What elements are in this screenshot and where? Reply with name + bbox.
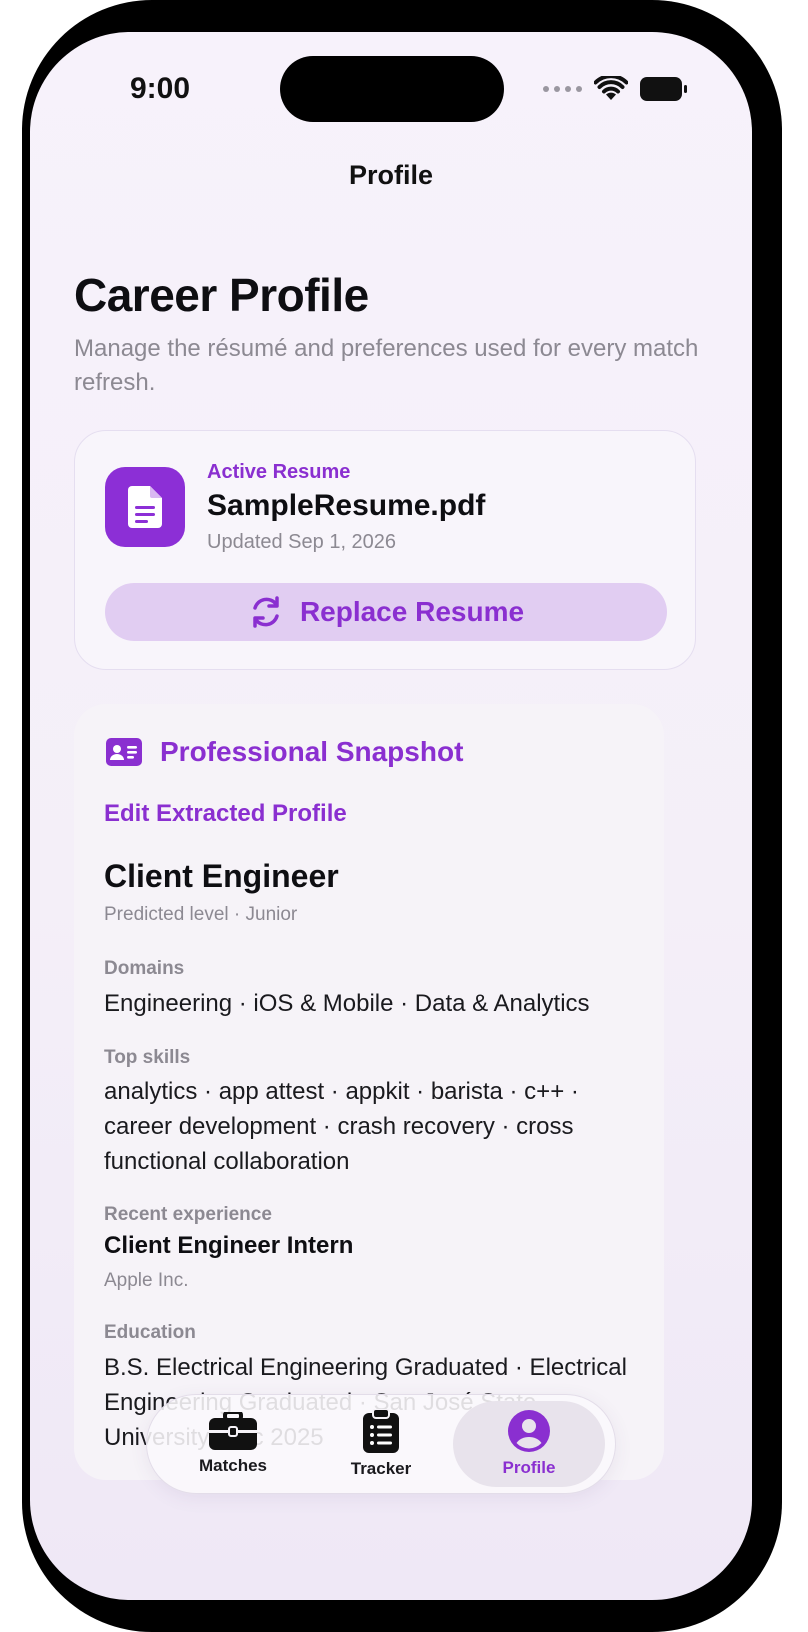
recent-experience-label: Recent experience [104,1204,272,1225]
professional-snapshot-card: Professional Snapshot Edit Extracted Pro… [74,704,664,1480]
replace-resume-button[interactable]: Replace Resume [105,583,667,641]
refresh-icon [253,596,279,628]
device-frame: 9:00 Profile Career Profile Manage the r… [22,0,782,1632]
clipboard-icon [363,1409,399,1453]
edit-extracted-profile-button[interactable]: Edit Extracted Profile [104,800,347,828]
tab-bar: Matches Tracker Profile [146,1394,616,1494]
briefcase-icon [209,1412,257,1450]
tab-tracker[interactable]: Tracker [305,1401,457,1487]
person-circle-icon [508,1410,550,1452]
page-title: Career Profile [74,269,369,321]
signal-dots-icon [543,86,582,92]
resume-kicker: Active Resume [207,461,351,483]
dynamic-island [280,56,504,122]
tab-matches[interactable]: Matches [157,1401,309,1487]
status-icons [543,76,688,102]
education-label: Education [104,1322,196,1343]
resume-file-name: SampleResume.pdf [207,489,486,522]
nav-title: Profile [348,160,434,190]
domains-label: Domains [104,958,185,979]
id-card-icon [106,738,142,766]
experience-company: Apple Inc. [104,1270,189,1291]
top-skills-label: Top skills [104,1047,191,1068]
top-skills-value: analytics · app attest · appkit · barist… [104,1078,579,1175]
domains-value: Engineering · iOS & Mobile · Data & Anal… [104,990,590,1017]
document-icon [105,467,185,547]
resume-updated-date: Updated Sep 1, 2026 [207,531,397,553]
tab-tracker-label: Tracker [350,1459,412,1478]
tab-profile[interactable]: Profile [453,1401,605,1487]
predicted-level: Predicted level · Junior [104,904,298,925]
screen: 9:00 Profile Career Profile Manage the r… [30,32,752,1600]
tab-profile-label: Profile [502,1458,556,1477]
predicted-role: Client Engineer [104,858,339,894]
wifi-icon [594,76,628,100]
experience-role: Client Engineer Intern [104,1232,354,1259]
snapshot-header: Professional Snapshot [106,736,463,768]
snapshot-title: Professional Snapshot [160,736,464,767]
replace-resume-label: Replace Resume [299,596,525,627]
battery-icon [640,77,687,101]
status-time: 9:00 [130,72,191,105]
tab-matches-label: Matches [198,1456,268,1475]
page-subtitle: Manage the résumé and preferences used f… [74,335,699,396]
active-resume-card: Active Resume SampleResume.pdf Updated S… [74,430,696,670]
